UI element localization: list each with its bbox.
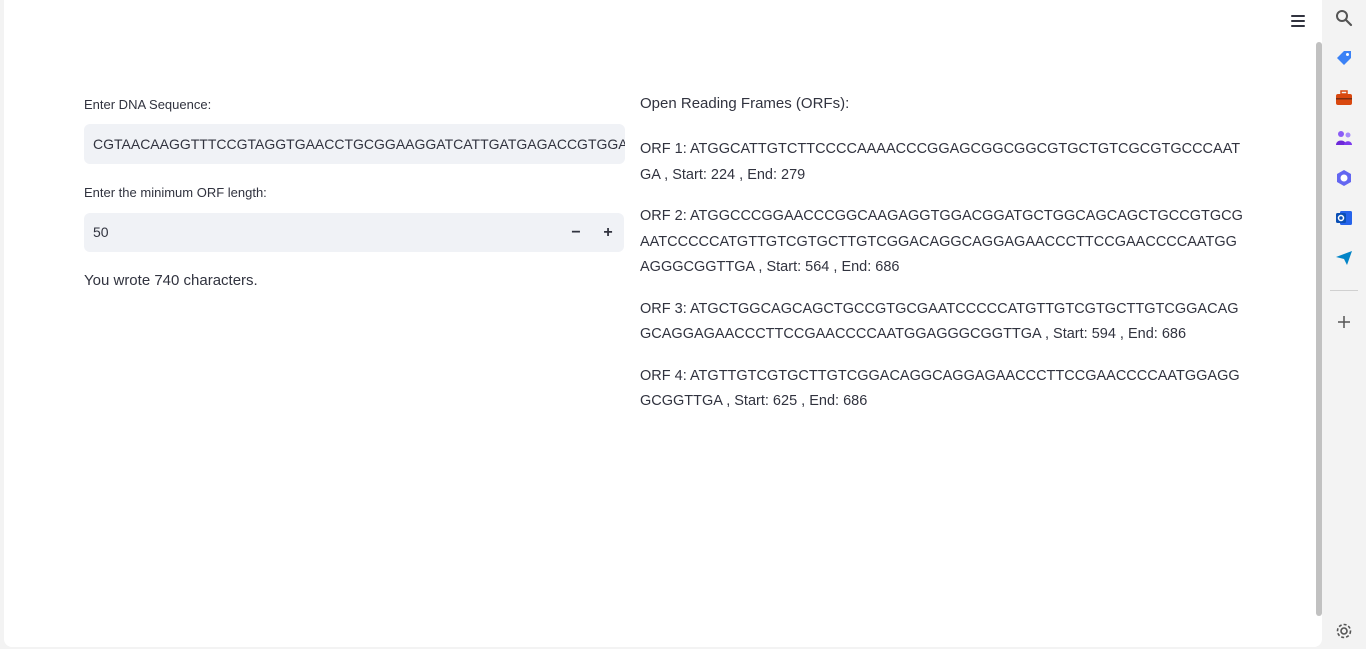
min-orf-length-stepper: 50 − +	[84, 213, 624, 252]
character-count-text: You wrote 740 characters.	[84, 272, 258, 289]
increment-button[interactable]: +	[592, 213, 624, 252]
sidebar-divider	[1330, 290, 1358, 291]
min-orf-length-input[interactable]: 50	[93, 213, 109, 252]
add-icon[interactable]	[1334, 312, 1354, 332]
search-icon[interactable]	[1334, 8, 1354, 28]
orf-item: ORF 2: ATGGCCCGGAACCCGGCAAGAGGTGGACGGATG…	[640, 208, 1243, 275]
people-icon[interactable]	[1334, 128, 1354, 148]
dna-sequence-input[interactable]: CGTAACAAGGTTTCCGTAGGTGAACCTGCGGAAGGATCAT…	[84, 124, 625, 164]
main-menu-button[interactable]	[1288, 12, 1308, 30]
orf-list: ORF 1: ATGGCATTGTCTTCCCCAAAACCCGGAGCGGCG…	[640, 137, 1245, 431]
orf-item: ORF 1: ATGGCATTGTCTTCCCCAAAACCCGGAGCGGCG…	[640, 141, 1241, 183]
toolbox-icon[interactable]	[1334, 88, 1354, 108]
outlook-icon[interactable]	[1334, 208, 1354, 228]
decrement-button[interactable]: −	[560, 213, 592, 252]
send-icon[interactable]	[1334, 248, 1354, 268]
orf-item: ORF 3: ATGCTGGCAGCAGCTGCCGTGCGAATCCCCCAT…	[640, 300, 1239, 343]
dna-sequence-label: Enter DNA Sequence:	[84, 97, 212, 112]
browser-sidebar	[1322, 0, 1366, 649]
tag-icon[interactable]	[1334, 48, 1354, 68]
orf-item: ORF 4: ATGTTGTCGTGCTTGTCGGACAGGCAGGAGAAC…	[640, 367, 1240, 410]
orf-heading: Open Reading Frames (ORFs):	[640, 95, 850, 112]
settings-icon[interactable]	[1334, 621, 1354, 641]
min-orf-length-label: Enter the minimum ORF length:	[84, 185, 267, 200]
streamlit-app: Enter DNA Sequence: CGTAACAAGGTTTCCGTAGG…	[4, 0, 1322, 647]
copilot-icon[interactable]	[1334, 168, 1354, 188]
